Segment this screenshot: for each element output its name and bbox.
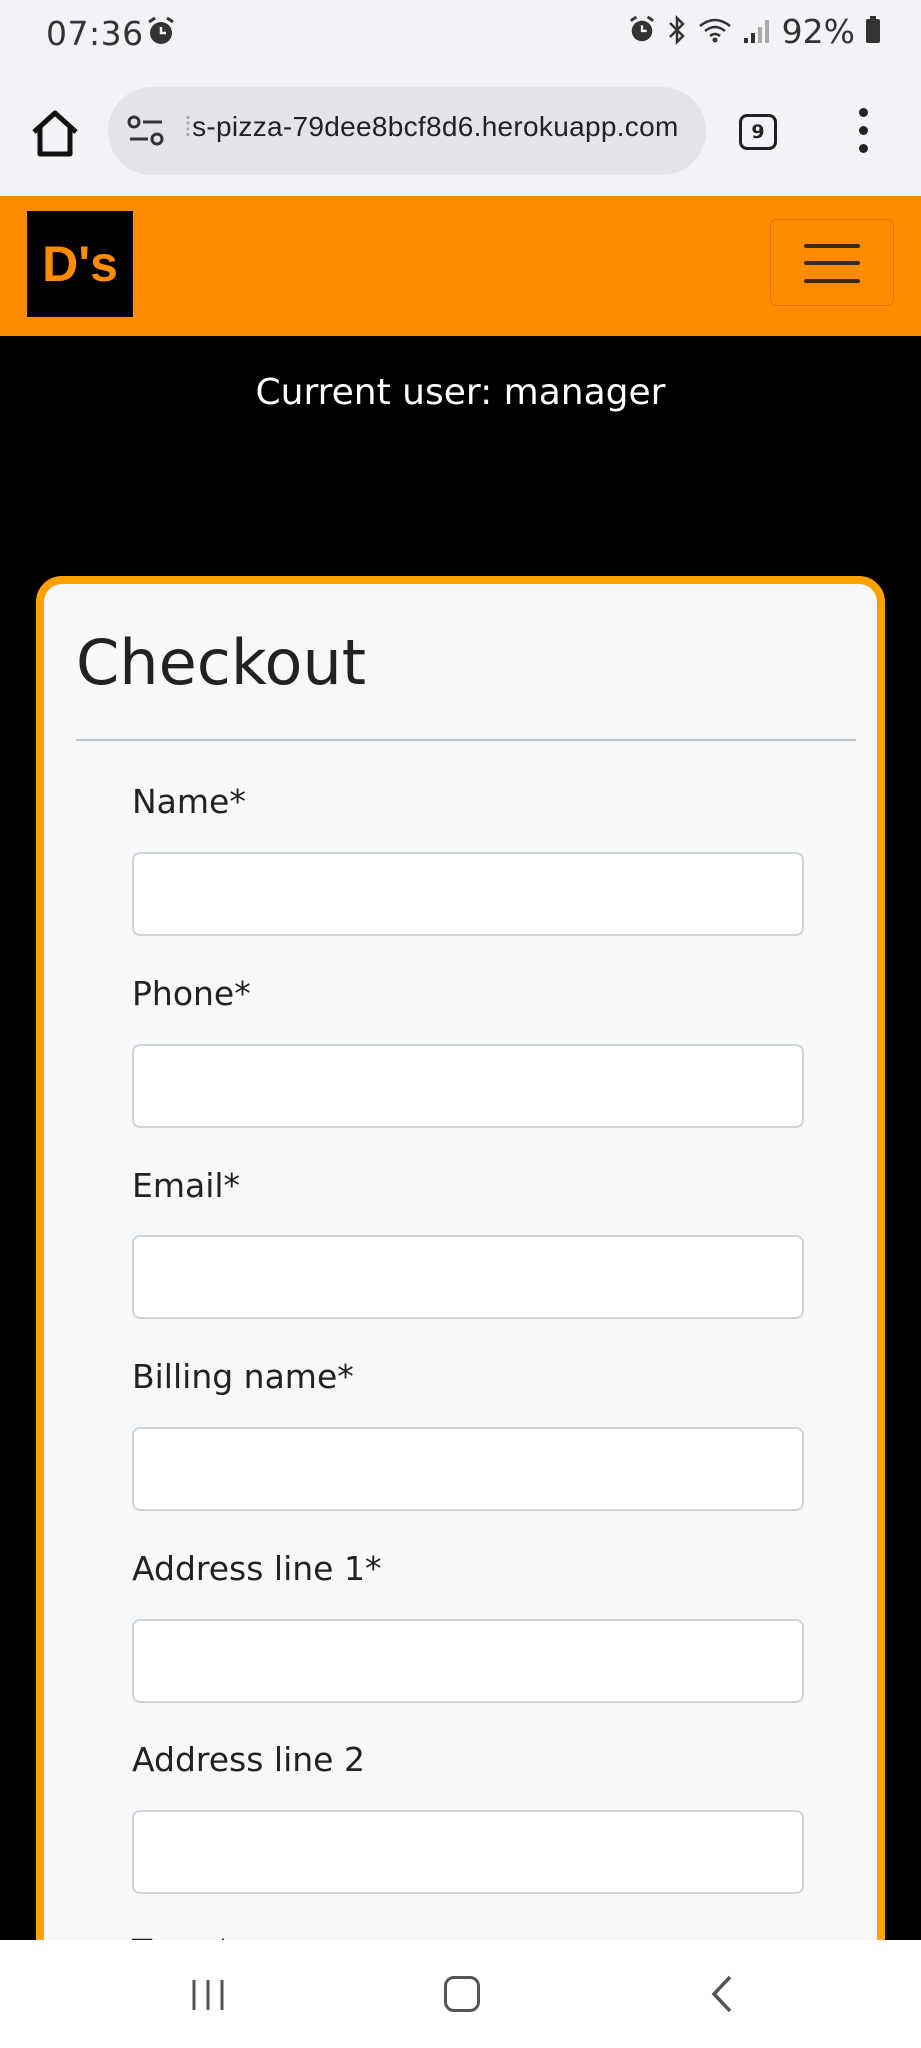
page-title: Checkout [76,626,367,699]
phone-label: Phone* [132,974,251,1013]
status-icons: 92% [628,12,881,51]
browser-toolbar: ⁞s-pizza-79dee8bcf8d6.herokuapp.com 9 [0,68,921,198]
system-nav-bar [0,1940,921,2048]
address-line-2-input[interactable] [132,1810,804,1894]
site-header: D's [0,196,921,336]
wifi-icon [698,16,732,48]
divider [76,739,856,741]
checkout-card: Checkout Name* Phone* Email* Billing nam… [36,576,885,2016]
home-button[interactable] [28,106,82,160]
current-user-text: Current user: manager [255,372,666,413]
home-nav-icon[interactable] [444,1976,480,2012]
more-options-icon[interactable] [856,108,870,156]
site-logo[interactable]: D's [27,211,133,317]
battery-icon [865,15,881,48]
alarm-icon [628,15,656,49]
name-label: Name* [132,782,246,821]
site-settings-icon[interactable] [126,113,166,149]
url-text: ⁞s-pizza-79dee8bcf8d6.herokuapp.com [184,111,679,142]
address-line-1-label: Address line 1* [132,1549,382,1588]
signal-icon [742,16,772,48]
address-line-2-label: Address line 2 [132,1740,365,1779]
status-time: 07:36 [46,14,144,53]
phone-input[interactable] [132,1044,804,1128]
email-label: Email* [132,1166,241,1205]
alarm-icon [146,16,176,52]
bluetooth-icon [666,14,688,49]
battery-percent: 92% [781,12,855,51]
tab-switcher-button[interactable]: 9 [739,114,777,150]
home-icon [32,110,78,157]
recents-icon[interactable] [190,1978,226,2016]
status-bar: 07:36 92% [0,0,921,68]
navbar-toggle-button[interactable] [770,219,894,306]
billing-name-input[interactable] [132,1427,804,1511]
hamburger-icon [804,244,860,248]
back-icon[interactable] [708,1974,736,2018]
billing-name-label: Billing name* [132,1357,354,1396]
address-bar[interactable]: ⁞s-pizza-79dee8bcf8d6.herokuapp.com [108,87,706,175]
name-input[interactable] [132,852,804,936]
address-line-1-input[interactable] [132,1619,804,1703]
email-input[interactable] [132,1235,804,1319]
